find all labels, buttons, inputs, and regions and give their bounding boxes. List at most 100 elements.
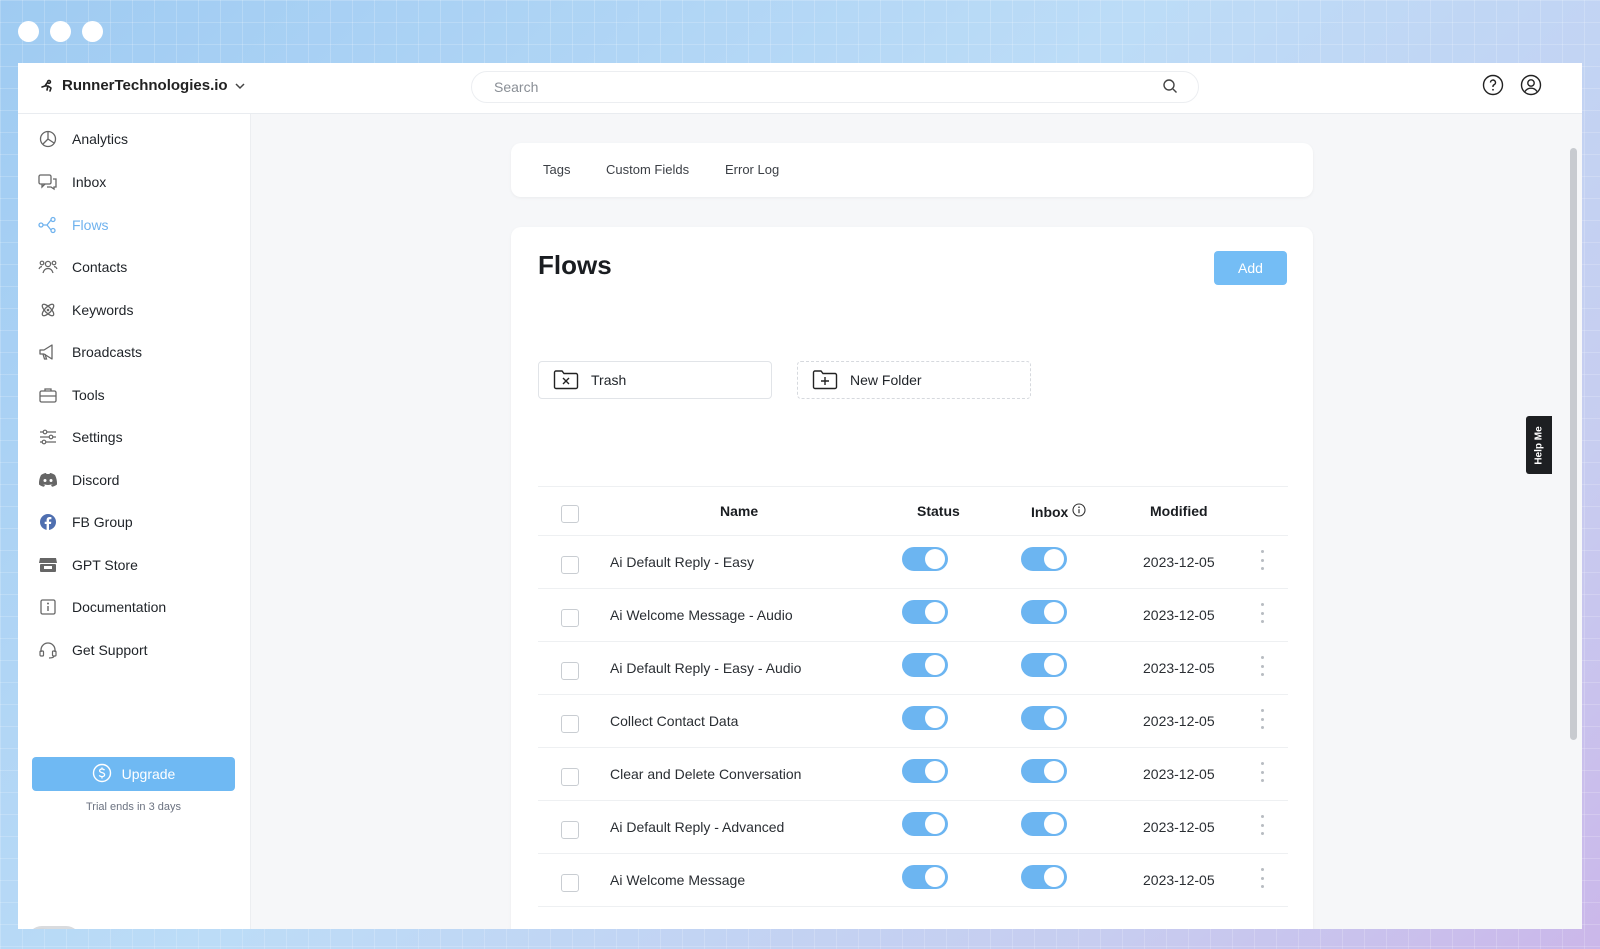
sidebar-item-get-support[interactable]: Get Support xyxy=(38,638,148,662)
sidebar-item-tools[interactable]: Tools xyxy=(38,383,105,407)
upgrade-label: Upgrade xyxy=(121,766,176,782)
theme-toggle[interactable] xyxy=(27,926,81,929)
flow-name[interactable]: Ai Welcome Message xyxy=(610,872,745,888)
inbox-toggle[interactable] xyxy=(1021,706,1067,730)
sidebar-item-label: Contacts xyxy=(72,259,128,275)
status-toggle[interactable] xyxy=(902,653,948,677)
sidebar-item-keywords[interactable]: Keywords xyxy=(38,298,133,322)
workspace-name: RunnerTechnologies.io xyxy=(62,77,228,94)
status-toggle[interactable] xyxy=(902,812,948,836)
upgrade-button[interactable]: Upgrade xyxy=(32,757,235,791)
sidebar-item-label: FB Group xyxy=(72,514,133,530)
more-options-icon[interactable] xyxy=(1256,709,1268,729)
tab-custom-fields[interactable]: Custom Fields xyxy=(606,162,689,177)
more-options-icon[interactable] xyxy=(1256,815,1268,835)
minimize-window-button[interactable] xyxy=(50,21,71,42)
modified-date: 2023-12-05 xyxy=(1143,766,1215,782)
row-checkbox[interactable] xyxy=(561,768,579,786)
help-me-tab[interactable]: Help Me xyxy=(1526,416,1552,474)
modified-date: 2023-12-05 xyxy=(1143,607,1215,623)
flow-name[interactable]: Ai Default Reply - Easy xyxy=(610,554,754,570)
sidebar-item-gpt-store[interactable]: GPT Store xyxy=(38,553,138,577)
inbox-toggle[interactable] xyxy=(1021,600,1067,624)
sidebar-item-contacts[interactable]: Contacts xyxy=(38,255,127,279)
chevron-down-icon xyxy=(234,80,246,92)
sidebar-item-settings[interactable]: Settings xyxy=(38,425,123,449)
row-checkbox[interactable] xyxy=(561,874,579,892)
page-title: Flows xyxy=(538,250,612,280)
account-icon[interactable] xyxy=(1520,74,1542,101)
sidebar-item-analytics[interactable]: Analytics xyxy=(38,127,128,151)
sidebar-item-discord[interactable]: Discord xyxy=(38,468,119,492)
more-options-icon[interactable] xyxy=(1256,603,1268,623)
sidebar-item-label: Analytics xyxy=(72,131,129,147)
sidebar-item-inbox[interactable]: Inbox xyxy=(38,170,106,194)
status-toggle[interactable] xyxy=(902,547,948,571)
column-inbox: Inbox xyxy=(1031,503,1086,520)
sliders-icon xyxy=(38,427,58,447)
search-input[interactable] xyxy=(492,78,1136,96)
row-checkbox[interactable] xyxy=(561,556,579,574)
inbox-toggle[interactable] xyxy=(1021,547,1067,571)
table-header: Name Status Inbox Modified xyxy=(538,486,1288,536)
sidebar-item-fb-group[interactable]: FB Group xyxy=(38,510,133,534)
info-circle-icon[interactable] xyxy=(1072,503,1086,520)
status-toggle[interactable] xyxy=(902,865,948,889)
flow-name[interactable]: Ai Default Reply - Advanced xyxy=(610,819,784,835)
tab-tags[interactable]: Tags xyxy=(543,162,570,177)
status-toggle[interactable] xyxy=(902,706,948,730)
modified-date: 2023-12-05 xyxy=(1143,554,1215,570)
flow-name[interactable]: Ai Welcome Message - Audio xyxy=(610,607,793,623)
flow-name[interactable]: Collect Contact Data xyxy=(610,713,738,729)
column-modified: Modified xyxy=(1150,503,1208,519)
flows-panel: Flows Add Trash New Folder Name Status I… xyxy=(511,227,1313,929)
facebook-icon xyxy=(38,512,58,532)
status-toggle[interactable] xyxy=(902,759,948,783)
maximize-window-button[interactable] xyxy=(82,21,103,42)
table-row: Ai Default Reply - Easy 2023-12-05 xyxy=(538,536,1288,589)
sidebar-item-label: Flows xyxy=(72,217,109,233)
tab-error-log[interactable]: Error Log xyxy=(725,162,779,177)
sidebar-item-broadcasts[interactable]: Broadcasts xyxy=(38,340,142,364)
search-icon[interactable] xyxy=(1162,78,1178,99)
trash-folder[interactable]: Trash xyxy=(538,361,772,399)
headset-icon xyxy=(38,640,58,660)
workspace-switcher[interactable]: RunnerTechnologies.io xyxy=(40,77,246,94)
scrollbar-thumb[interactable] xyxy=(1570,148,1577,740)
table-row: Ai Welcome Message 2023-12-05 xyxy=(538,854,1288,907)
more-options-icon[interactable] xyxy=(1256,656,1268,676)
toggle-knob xyxy=(925,867,945,887)
add-flow-button[interactable]: Add xyxy=(1214,251,1287,285)
select-all-checkbox[interactable] xyxy=(561,505,579,523)
sidebar-item-flows[interactable]: Flows xyxy=(38,213,109,237)
sidebar-item-label: Inbox xyxy=(72,174,107,190)
column-name: Name xyxy=(720,503,759,519)
trial-notice: Trial ends in 3 days xyxy=(86,801,181,813)
main-scrollbar[interactable] xyxy=(1566,114,1582,929)
sidebar: Analytics Inbox Flows Contacts Keywords … xyxy=(18,114,251,929)
toggle-knob xyxy=(925,655,945,675)
inbox-toggle[interactable] xyxy=(1021,865,1067,889)
inbox-toggle[interactable] xyxy=(1021,759,1067,783)
inbox-toggle[interactable] xyxy=(1021,812,1067,836)
row-checkbox[interactable] xyxy=(561,715,579,733)
status-toggle[interactable] xyxy=(902,600,948,624)
row-checkbox[interactable] xyxy=(561,662,579,680)
inbox-toggle[interactable] xyxy=(1021,653,1067,677)
help-icon[interactable] xyxy=(1482,74,1504,101)
table-row: Clear and Delete Conversation 2023-12-05 xyxy=(538,748,1288,801)
flow-name[interactable]: Ai Default Reply - Easy - Audio xyxy=(610,660,801,676)
sidebar-item-label: Get Support xyxy=(72,642,148,658)
row-checkbox[interactable] xyxy=(561,821,579,839)
more-options-icon[interactable] xyxy=(1256,762,1268,782)
more-options-icon[interactable] xyxy=(1256,868,1268,888)
sidebar-item-label: Tools xyxy=(72,387,105,403)
close-window-button[interactable] xyxy=(18,21,39,42)
new-folder-button[interactable]: New Folder xyxy=(797,361,1031,399)
row-checkbox[interactable] xyxy=(561,609,579,627)
table-row: Ai Default Reply - Easy - Audio 2023-12-… xyxy=(538,642,1288,695)
more-options-icon[interactable] xyxy=(1256,550,1268,570)
sidebar-item-label: Discord xyxy=(72,472,120,488)
sidebar-item-documentation[interactable]: Documentation xyxy=(38,595,166,619)
flow-name[interactable]: Clear and Delete Conversation xyxy=(610,766,801,782)
